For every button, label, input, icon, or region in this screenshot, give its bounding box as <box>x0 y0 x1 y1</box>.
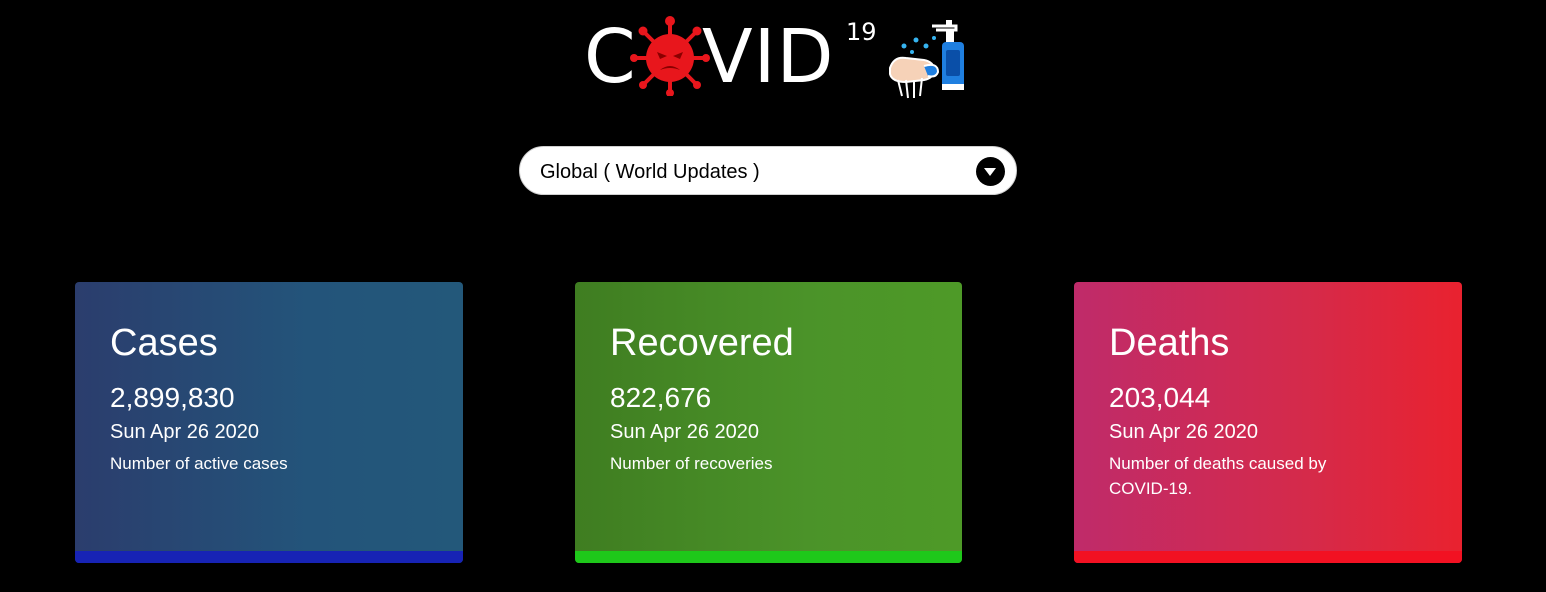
deaths-count: 203,044 <box>1109 382 1211 413</box>
logo-letters-vid: VID <box>702 14 835 100</box>
deaths-date: Sun Apr 26 2020 <box>1109 421 1259 443</box>
handwash-sanitizer-icon <box>889 20 964 99</box>
logo-letter-c: C <box>584 14 637 100</box>
cases-count: 2,899,830 <box>110 382 235 413</box>
recovered-count: 822,676 <box>610 382 712 413</box>
region-select-value: Global ( World Updates ) <box>540 161 760 183</box>
cases-date: Sun Apr 26 2020 <box>110 421 260 443</box>
recovered-description: Number of recoveries <box>610 454 773 473</box>
deaths-accent-bar <box>1074 551 1462 563</box>
cases-accent-bar <box>75 551 463 563</box>
recovered-card: Recovered 822,676 Sun Apr 26 2020 Number… <box>575 282 962 563</box>
recovered-card-body: Recovered 822,676 Sun Apr 26 2020 Number… <box>610 324 942 476</box>
recovered-accent-bar <box>575 551 962 563</box>
covid19-logo: C VID 19 <box>584 12 984 102</box>
cases-card-body: Cases 2,899,830 Sun Apr 26 2020 Number o… <box>110 324 443 476</box>
cases-description: Number of active cases <box>110 454 288 473</box>
deaths-card-body: Deaths 203,044 Sun Apr 26 2020 Number of… <box>1109 324 1442 501</box>
chevron-down-icon[interactable] <box>976 157 1005 186</box>
page: C VID 19 Global (World Updates) Cases … <box>0 0 1546 592</box>
logo-superscript: 19 <box>846 18 877 46</box>
deaths-card-title: Deaths <box>1109 322 1230 364</box>
virus-icon <box>630 16 710 96</box>
cases-card: Cases 2,899,830 Sun Apr 26 2020 Number o… <box>75 282 463 563</box>
region-select[interactable]: Global ( World Updates ) <box>519 146 1017 195</box>
deaths-card: Deaths 203,044 Sun Apr 26 2020 Number of… <box>1074 282 1462 563</box>
recovered-card-title: Recovered <box>610 322 794 364</box>
deaths-description: Number of deaths caused by COVID-19. <box>1109 454 1327 498</box>
recovered-date: Sun Apr 26 2020 <box>610 421 760 443</box>
cases-card-title: Cases <box>110 322 218 364</box>
